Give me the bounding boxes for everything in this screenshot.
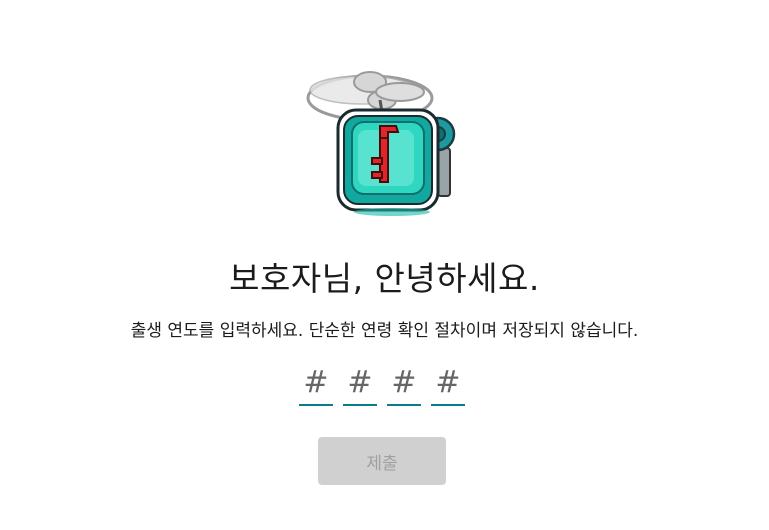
submit-button[interactable]: 제출 — [318, 437, 446, 485]
birth-year-input-group — [299, 360, 465, 408]
page-title: 보호자님, 안녕하세요. — [229, 259, 540, 298]
birth-year-digit-2[interactable] — [343, 360, 377, 406]
birth-year-digit-4[interactable] — [431, 360, 465, 406]
flying-tv-key-icon — [300, 60, 480, 220]
parent-gate-page: 보호자님, 안녕하세요. 출생 연도를 입력하세요. 단순한 연령 확인 절차이… — [0, 0, 769, 530]
birth-year-digit-1[interactable] — [299, 360, 333, 406]
page-subtitle: 출생 연도를 입력하세요. 단순한 연령 확인 절차이며 저장되지 않습니다. — [130, 321, 639, 341]
birth-year-digit-3[interactable] — [387, 360, 421, 406]
